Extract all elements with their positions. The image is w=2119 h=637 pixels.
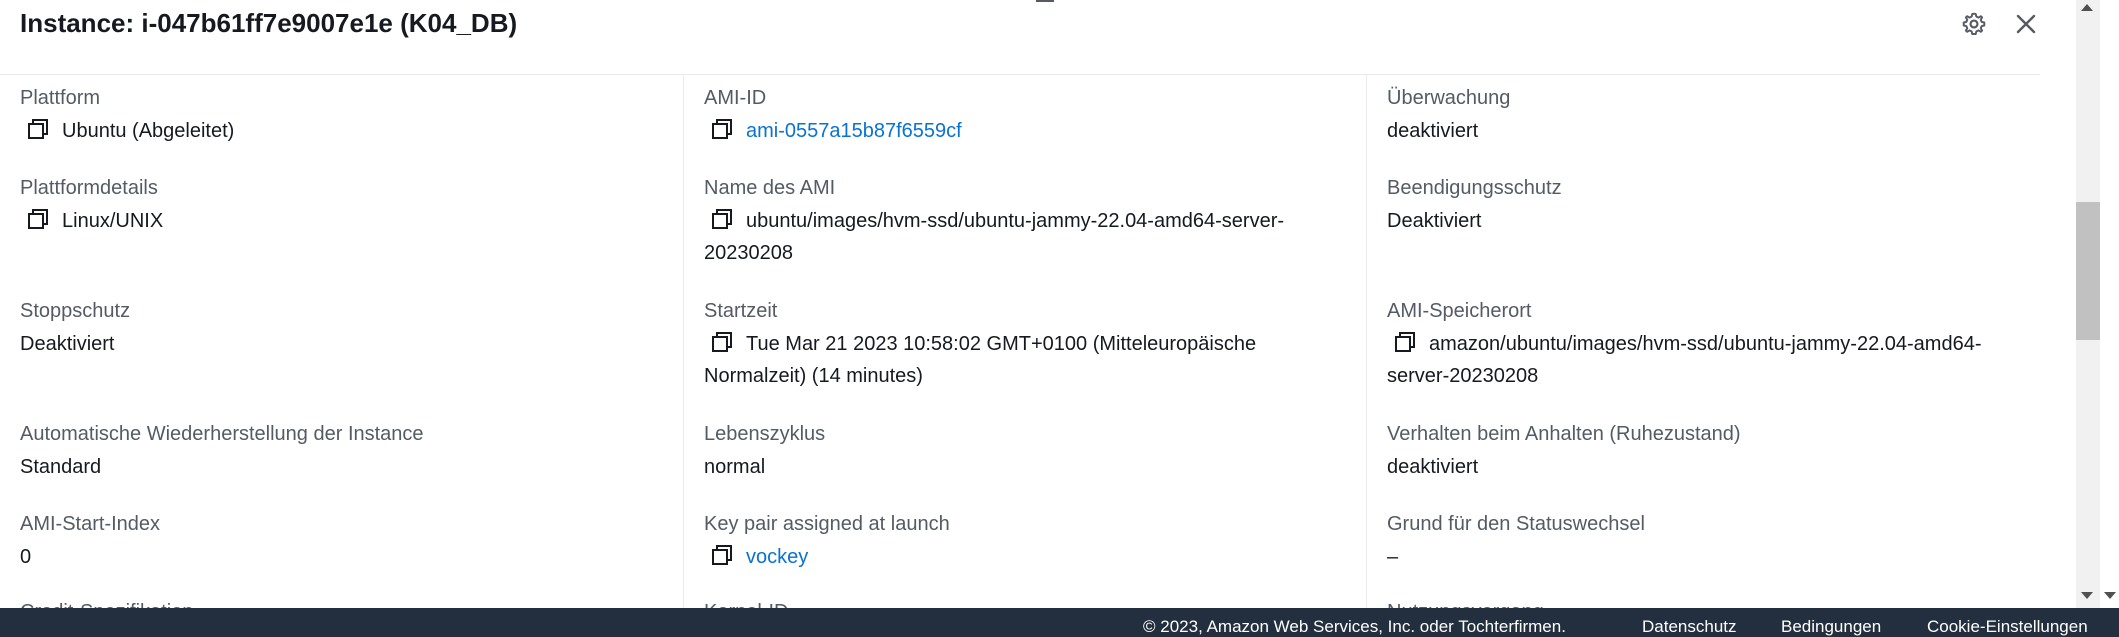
field-state-transition-reason: Grund für den Statuswechsel – [1387,509,2037,573]
close-icon [2016,14,2036,34]
stop-protection-value: Deaktiviert [20,333,115,355]
field-label: Überwachung [1387,87,1511,109]
ami-location-value: amazon/ubuntu/images/hvm-ssd/ubuntu-jamm… [1387,333,1982,387]
console-footer: © 2023, Amazon Web Services, Inc. oder T… [0,608,2119,637]
field-monitoring: Überwachung deaktiviert [1387,83,2037,147]
field-ami-id: AMI-ID ami-0557a15b87f6559cf [704,83,1354,147]
field-value: ubuntu/images/hvm-ssd/ubuntu-jammy-22.04… [704,205,1354,269]
field-lifecycle: Lebenszyklus normal [704,419,1354,483]
field-launch-time: Startzeit Tue Mar 21 2023 10:58:02 GMT+0… [704,296,1354,392]
page-scroll-down-icon[interactable] [2104,592,2116,599]
platform-value: Ubuntu (Abgeleitet) [62,120,235,142]
field-stop-hibernate-behavior: Verhalten beim Anhalten (Ruhezustand) de… [1387,419,2037,483]
settings-button[interactable] [1958,8,1990,40]
platform-details-value: Linux/UNIX [62,210,164,232]
copy-icon[interactable] [710,331,734,353]
state-transition-reason-value: – [1387,546,1399,568]
field-label: AMI-ID [704,87,767,109]
footer-copyright: © 2023, Amazon Web Services, Inc. oder T… [1143,617,1566,636]
field-ami-location: AMI-Speicherort amazon/ubuntu/images/hvm… [1387,296,2037,392]
field-label: Startzeit [704,300,778,322]
copy-icon[interactable] [1393,331,1417,353]
copy-icon[interactable] [710,118,734,140]
field-label: AMI-Speicherort [1387,300,1532,322]
field-key-pair: Key pair assigned at launch vockey [704,509,1354,573]
copy-icon[interactable] [26,118,50,140]
field-value: Ubuntu (Abgeleitet) [20,115,670,147]
copy-icon[interactable] [710,544,734,566]
field-label: Grund für den Statuswechsel [1387,513,1645,535]
field-value: ami-0557a15b87f6559cf [704,115,1354,147]
field-value: Linux/UNIX [20,205,670,237]
field-ami-launch-index: AMI-Start-Index 0 [20,509,670,573]
details-column-1: Plattform Ubuntu (Abgeleitet) Plattformd… [0,75,683,623]
field-label: AMI-Start-Index [20,513,161,535]
field-ami-name: Name des AMI ubuntu/images/hvm-ssd/ubunt… [704,173,1354,269]
field-label: Lebenszyklus [704,423,826,445]
details-column-2: AMI-ID ami-0557a15b87f6559cf Name des AM… [683,75,1367,623]
termination-protection-value: Deaktiviert [1387,210,1482,232]
field-stop-protection: Stoppschutz Deaktiviert [20,296,670,360]
panel-title: Instance: i-047b61ff7e9007e1e (K04_DB) [20,8,518,38]
field-label: Plattformdetails [20,177,158,199]
scroll-down-arrow-icon[interactable] [2081,592,2093,599]
field-label: Beendigungsschutz [1387,177,1562,199]
field-auto-recovery: Automatische Wiederherstellung der Insta… [20,419,670,483]
page-scrollbar[interactable] [2100,0,2119,608]
ami-id-link[interactable]: ami-0557a15b87f6559cf [746,120,962,142]
gear-icon [1962,12,1986,35]
field-label: Verhalten beim Anhalten (Ruhezustand) [1387,423,1741,445]
scrollbar-thumb[interactable] [2076,202,2100,340]
copy-icon[interactable] [710,208,734,230]
launch-time-value: Tue Mar 21 2023 10:58:02 GMT+0100 (Mitte… [704,333,1257,387]
field-platform: Plattform Ubuntu (Abgeleitet) [20,83,670,147]
footer-cookies-link[interactable]: Cookie-Einstellungen [1927,617,2088,637]
panel-header: Instance: i-047b61ff7e9007e1e (K04_DB) [0,0,2040,75]
instance-details-panel: Instance: i-047b61ff7e9007e1e (K04_DB) P… [0,0,2119,637]
field-label: Name des AMI [704,177,836,199]
field-label: Automatische Wiederherstellung der Insta… [20,423,424,445]
key-pair-link[interactable]: vockey [746,546,808,568]
copy-icon[interactable] [26,208,50,230]
field-label: Stoppschutz [20,300,131,322]
details-grid: Plattform Ubuntu (Abgeleitet) Plattformd… [0,75,2040,623]
auto-recovery-value: Standard [20,456,102,478]
field-value: amazon/ubuntu/images/hvm-ssd/ubuntu-jamm… [1387,328,2037,392]
footer-privacy-link[interactable]: Datenschutz [1642,617,1737,637]
field-termination-protection: Beendigungsschutz Deaktiviert [1387,173,2037,237]
ami-name-value: ubuntu/images/hvm-ssd/ubuntu-jammy-22.04… [704,210,1285,264]
field-label: Plattform [20,87,101,109]
footer-terms-link[interactable]: Bedingungen [1781,617,1881,637]
monitoring-value: deaktiviert [1387,120,1479,142]
lifecycle-value: normal [704,456,766,478]
close-button[interactable] [2010,8,2042,40]
scroll-up-arrow-icon[interactable] [2081,4,2093,11]
field-label: Key pair assigned at launch [704,513,950,535]
field-platform-details: Plattformdetails Linux/UNIX [20,173,670,237]
ami-launch-index-value: 0 [20,546,32,568]
field-value: vockey [704,541,1354,573]
details-column-3: Überwachung deaktiviert Beendigungsschut… [1366,75,2050,623]
stop-hibernate-value: deaktiviert [1387,456,1479,478]
field-value: Tue Mar 21 2023 10:58:02 GMT+0100 (Mitte… [704,328,1354,392]
